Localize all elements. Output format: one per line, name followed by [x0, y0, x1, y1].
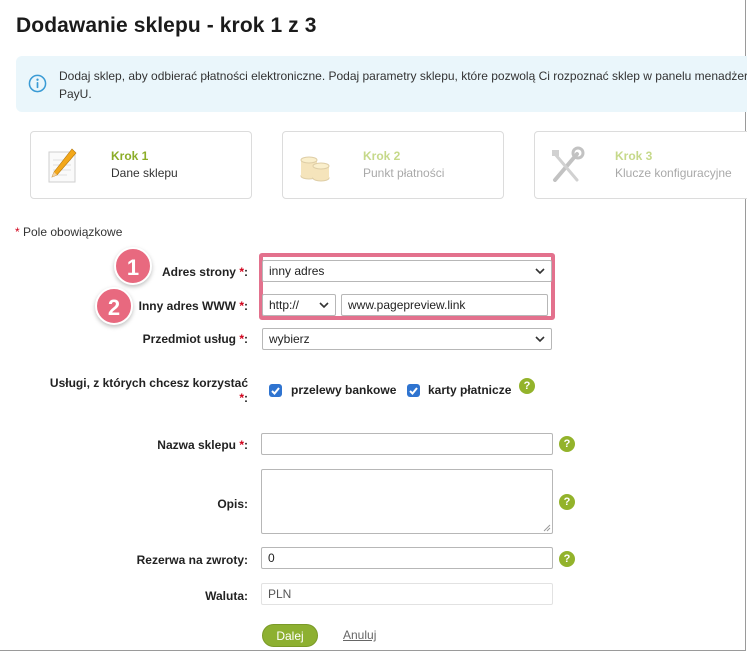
refund-reserve-input[interactable]: [261, 547, 553, 569]
info-text: Dodaj sklep, aby odbierać płatności elek…: [59, 69, 747, 101]
protocol-select-value: http://: [269, 298, 300, 312]
refund-reserve-help-icon[interactable]: ?: [559, 551, 575, 567]
step-2-label: Punkt płatności: [363, 166, 445, 180]
address-label: Adres strony *:: [161, 265, 248, 279]
chevron-down-icon: [535, 336, 545, 343]
coins-icon: [300, 156, 330, 182]
currency-label: Waluta:: [205, 589, 248, 603]
pencil-document-icon: [48, 148, 77, 183]
address-select-value: inny adres: [269, 264, 325, 278]
breadcrumb-remnant: [32, 0, 152, 2]
other-url-input[interactable]: [341, 294, 548, 316]
info-box: Dodaj sklep, aby odbierać płatności elek…: [16, 56, 747, 112]
address-select[interactable]: inny adres: [262, 260, 552, 282]
services-label: Usługi, z których chcesz korzystać *:: [49, 376, 248, 405]
bank-transfer-checkbox[interactable]: [269, 384, 282, 397]
required-note: * Pole obowiązkowe: [15, 225, 122, 239]
checkmark-icon: [409, 387, 418, 395]
subject-select-value: wybierz: [269, 332, 310, 346]
protocol-select[interactable]: http://: [262, 294, 336, 316]
subject-label: Przedmiot usług *:: [142, 332, 248, 346]
page-title: Dodawanie sklepu - krok 1 z 3: [16, 14, 317, 37]
refund-reserve-label: Rezerwa na zwroty:: [136, 553, 248, 567]
description-textarea[interactable]: [261, 469, 553, 534]
annotation-badge-2: 2: [95, 287, 133, 325]
card-payments-label[interactable]: karty płatnicze: [428, 383, 511, 397]
step-1-number: Krok 1: [111, 149, 149, 163]
shop-name-label: Nazwa sklepu *:: [157, 438, 248, 452]
resize-grip-icon[interactable]: [543, 524, 551, 532]
step-3: Krok 3 Klucze konfiguracyjne: [534, 131, 747, 199]
step-2: Krok 2 Punkt płatności: [282, 131, 504, 199]
cancel-link[interactable]: Anuluj: [343, 628, 376, 642]
checkmark-icon: [271, 387, 280, 395]
step-2-number: Krok 2: [363, 149, 401, 163]
card-payments-checkbox[interactable]: [407, 384, 420, 397]
description-help-icon[interactable]: ?: [559, 494, 575, 510]
other-url-label: Inny adres WWW *:: [138, 299, 248, 313]
step-1-label: Dane sklepu: [111, 166, 178, 180]
currency-value: PLN: [261, 583, 553, 605]
services-help-icon[interactable]: ?: [519, 378, 535, 394]
tools-icon: [552, 146, 585, 182]
bank-transfer-label[interactable]: przelewy bankowe: [291, 383, 396, 397]
step-3-label: Klucze konfiguracyjne: [615, 166, 732, 180]
next-button[interactable]: Dalej: [262, 624, 318, 647]
step-3-number: Krok 3: [615, 149, 653, 163]
shop-name-input[interactable]: [261, 433, 553, 455]
shop-name-help-icon[interactable]: ?: [559, 436, 575, 452]
step-1: Krok 1 Dane sklepu: [30, 131, 252, 199]
annotation-badge-1: 1: [114, 247, 152, 285]
info-icon: [28, 74, 47, 93]
required-note-text: Pole obowiązkowe: [19, 225, 123, 239]
chevron-down-icon: [319, 302, 329, 309]
chevron-down-icon: [535, 268, 545, 275]
subject-select[interactable]: wybierz: [262, 328, 552, 350]
description-label: Opis:: [217, 497, 248, 511]
